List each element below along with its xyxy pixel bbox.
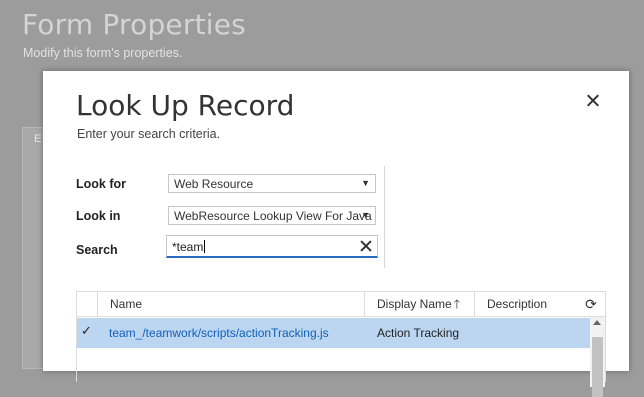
column-header-display-name[interactable]: Display Name 🡑 [377, 292, 460, 316]
chevron-down-icon: ▼ [361, 178, 370, 188]
column-header-name[interactable]: Name [110, 292, 142, 316]
scrollbar[interactable] [590, 317, 605, 397]
chevron-down-icon: ▼ [361, 210, 370, 220]
look-for-label: Look for [76, 177, 126, 191]
record-name-link[interactable]: team_/teamwork/scripts/actionTracking.js [109, 326, 329, 340]
close-icon[interactable] [585, 93, 601, 109]
table-row[interactable]: ✓ team_/teamwork/scripts/actionTracking.… [77, 318, 590, 348]
results-grid: Name Display Name 🡑 Description ⟳ ✓ team_… [76, 291, 606, 397]
column-divider [364, 292, 365, 316]
column-divider [97, 292, 98, 316]
sort-up-icon: 🡑 [453, 297, 460, 311]
dialog-title: Look Up Record [76, 89, 295, 122]
column-header-description[interactable]: Description [487, 292, 547, 316]
column-divider [474, 292, 475, 316]
look-in-label: Look in [76, 209, 121, 223]
background-panel-label: E [34, 133, 42, 145]
dialog-subtitle: Enter your search criteria. [77, 127, 221, 141]
text-caret [204, 240, 206, 253]
record-display-name: Action Tracking [377, 326, 460, 340]
search-value: *team [172, 240, 204, 254]
display-name-label: Display Name [377, 297, 452, 311]
look-in-value: WebResource Lookup View For Java [174, 209, 372, 223]
look-for-select[interactable]: Web Resource ▼ [168, 174, 376, 193]
search-input[interactable]: *team [166, 235, 378, 258]
scroll-up-icon[interactable] [593, 320, 601, 325]
refresh-icon[interactable]: ⟳ [583, 296, 599, 312]
look-for-value: Web Resource [174, 177, 254, 191]
clear-icon[interactable] [359, 239, 373, 253]
search-label: Search [76, 243, 118, 257]
look-in-select[interactable]: WebResource Lookup View For Java ▼ [168, 206, 376, 225]
divider [384, 166, 385, 268]
grid-header: Name Display Name 🡑 Description ⟳ [77, 292, 605, 317]
checkmark-icon[interactable]: ✓ [81, 323, 92, 339]
lookup-dialog: Look Up Record Enter your search criteri… [43, 71, 629, 397]
form-properties-title: Form Properties [22, 8, 246, 41]
form-properties-subtitle: Modify this form's properties. [23, 46, 183, 60]
scroll-thumb[interactable] [592, 337, 603, 397]
